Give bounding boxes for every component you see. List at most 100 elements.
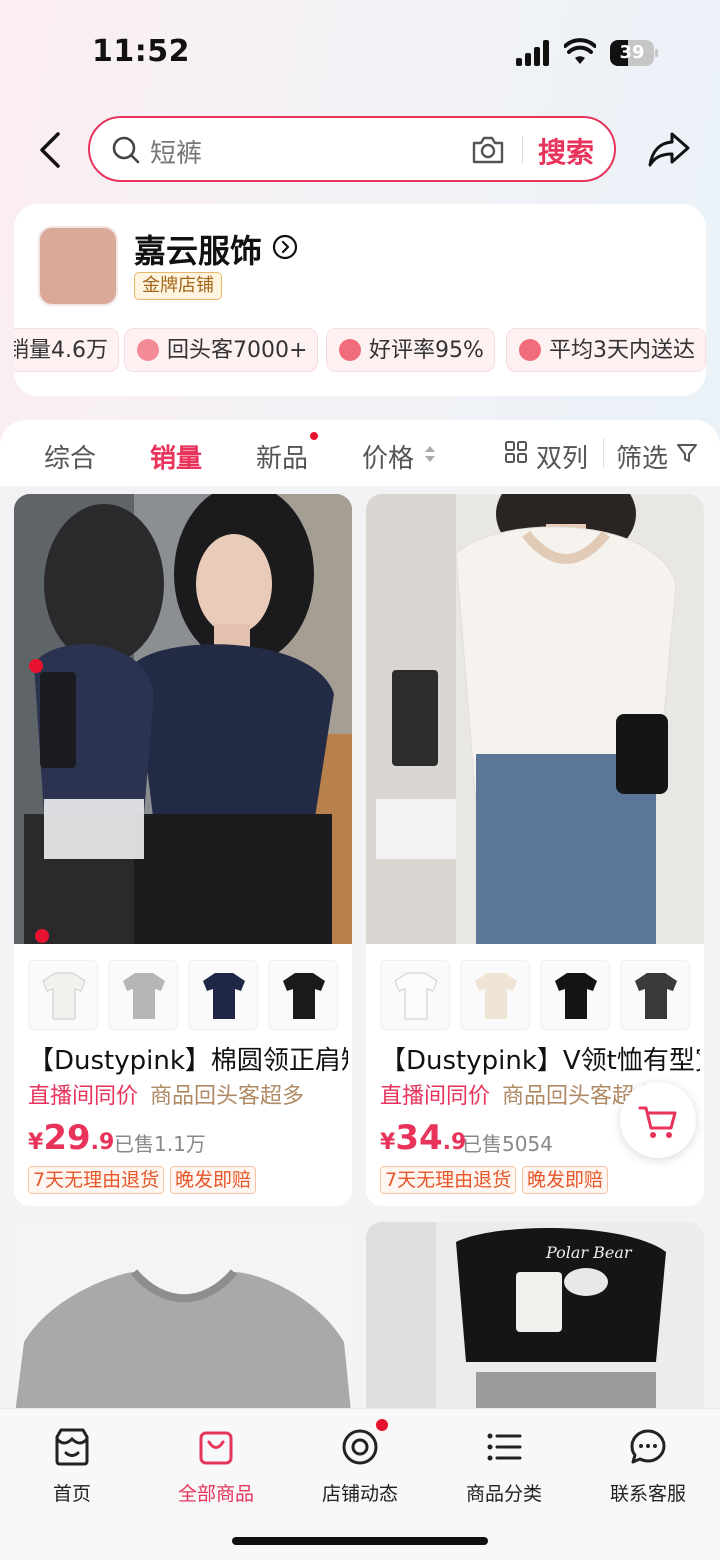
nav-label: 商品分类 [465,1483,542,1505]
product-price: ¥34.9 [380,1118,466,1158]
battery-level: 39 [619,42,645,63]
search-button[interactable]: 搜索 [538,131,594,171]
search-bar[interactable]: 短裤 搜索 [88,116,616,182]
shop-tag-label: 平均3天内送达 [549,338,695,363]
sold-count: 已售5054 [462,1132,553,1156]
price-decimal: .9 [90,1130,115,1155]
floating-cart-button[interactable] [620,1082,696,1158]
variant-thumbnail[interactable] [380,960,450,1030]
search-icon [112,136,140,164]
shop-logo[interactable] [38,226,118,306]
service-tag-late: 晚发即赔 [170,1166,257,1194]
repeat-customer-tag: 商品回头客超多 [150,1084,305,1109]
nav-label: 联系客服 [609,1483,686,1505]
nav-customer-service[interactable]: 联系客服 [588,1421,708,1511]
product-image[interactable]: Polar Bear [366,1222,704,1422]
variant-thumbnail[interactable] [188,960,258,1030]
shop-tag-label: 销量4.6万 [14,338,108,363]
filter-divider [603,438,604,468]
sold-count: 已售1.1万 [114,1132,206,1156]
lightning-icon [519,339,541,361]
shop-tag-label: 回头客7000+ [167,338,308,363]
product-title[interactable]: 【Dustypink】棉圆领正肩短袖T恤 [28,1040,348,1080]
product-card[interactable] [14,1222,352,1422]
view-toggle[interactable]: 双列 [536,438,588,475]
variant-thumbnails [28,960,340,1030]
person-icon [137,339,159,361]
shop-info-card[interactable]: 嘉云服饰 金牌店铺 销量4.6万 回头客7000+ 好评率95% 平均3天内送达 [14,204,706,396]
variant-thumbnail[interactable] [108,960,178,1030]
variant-thumbnail[interactable] [620,960,690,1030]
new-dot [310,432,318,440]
status-time: 11:52 [92,34,190,69]
shop-tag-delivery: 平均3天内送达 [506,328,706,372]
feed-icon [342,1429,378,1465]
nav-home[interactable]: 首页 [12,1421,132,1511]
nav-shop-feed[interactable]: 店铺动态 [300,1419,420,1511]
status-bar: 11:52 39 [0,0,720,100]
nav-categories[interactable]: 商品分类 [444,1421,564,1511]
share-icon[interactable] [646,128,692,172]
variant-thumbnails [380,960,692,1030]
product-card[interactable]: 【Dustypink】棉圆领正肩短袖T恤 直播间同价商品回头客超多 ¥29.9 … [14,494,352,1206]
shop-badge: 金牌店铺 [134,272,222,300]
filter-bar: 综合 销量 新品 价格 双列 筛选 [0,420,720,486]
tab-comprehensive[interactable]: 综合 [44,438,96,475]
product-image[interactable] [14,494,352,944]
chevron-right-circle-icon[interactable] [272,234,298,260]
nav-label: 首页 [52,1483,91,1505]
shop-name[interactable]: 嘉云服饰 [134,226,262,272]
filter-button[interactable]: 筛选 [616,438,668,475]
product-image[interactable] [366,494,704,944]
tab-sales[interactable]: 销量 [150,438,202,475]
shirt-print-text: Polar Bear [545,1243,633,1262]
back-button[interactable] [30,128,74,172]
product-image[interactable] [14,1222,352,1422]
variant-thumbnail[interactable] [268,960,338,1030]
wifi-icon [564,38,596,64]
shop-tags: 销量4.6万 回头客7000+ 好评率95% 平均3天内送达 [14,328,706,372]
nav-label: 店铺动态 [321,1483,398,1505]
shop-home-icon [55,1428,89,1466]
search-placeholder[interactable]: 短裤 [150,133,202,170]
cellular-signal-icon [516,40,552,66]
service-tag-return: 7天无理由退货 [380,1166,517,1194]
nav-all-products[interactable]: 全部商品 [156,1421,276,1511]
price-currency: ¥ [380,1130,396,1155]
search-divider [522,136,523,164]
shop-tag-label: 好评率95% [369,338,484,363]
shopping-bag-icon [199,1431,233,1465]
price-integer: 34 [395,1118,443,1158]
product-price: ¥29.9 [28,1118,114,1158]
product-promo-line: 直播间同价 商品回头客超多 [28,1078,348,1110]
tab-price[interactable]: 价格 [362,438,414,475]
variant-thumbnail[interactable] [540,960,610,1030]
tab-new[interactable]: 新品 [256,438,308,475]
bottom-nav: 首页 全部商品 店铺动态 商品分类 联系客服 [0,1408,720,1560]
price-integer: 29 [43,1118,91,1158]
shop-tag-repeat: 回头客7000+ [124,328,319,372]
chat-icon [630,1429,666,1464]
variant-thumbnail[interactable] [460,960,530,1030]
product-title[interactable]: 【Dustypink】V领t恤有型宽松版 [380,1040,700,1080]
category-list-icon [487,1433,522,1461]
live-price-tag: 直播间同价 [380,1084,491,1109]
nav-label: 全部商品 [177,1483,254,1505]
shop-tag-sales: 销量4.6万 [14,328,119,372]
service-tag-late: 晚发即赔 [522,1166,609,1194]
filter-funnel-icon[interactable] [676,442,698,464]
price-currency: ¥ [28,1130,44,1155]
variant-thumbnail[interactable] [28,960,98,1030]
live-price-tag: 直播间同价 [28,1084,139,1109]
service-tag-return: 7天无理由退货 [28,1166,165,1194]
feed-notification-dot [376,1419,388,1431]
shop-tag-rating: 好评率95% [326,328,495,372]
heart-icon [339,339,361,361]
product-card[interactable]: Polar Bear [366,1222,704,1422]
sort-arrows-icon[interactable] [424,444,436,464]
grid-view-icon[interactable] [504,440,528,464]
home-indicator[interactable] [232,1537,488,1545]
battery-icon: 39 [610,40,658,66]
camera-icon[interactable] [470,132,506,168]
cart-icon [638,1106,677,1138]
